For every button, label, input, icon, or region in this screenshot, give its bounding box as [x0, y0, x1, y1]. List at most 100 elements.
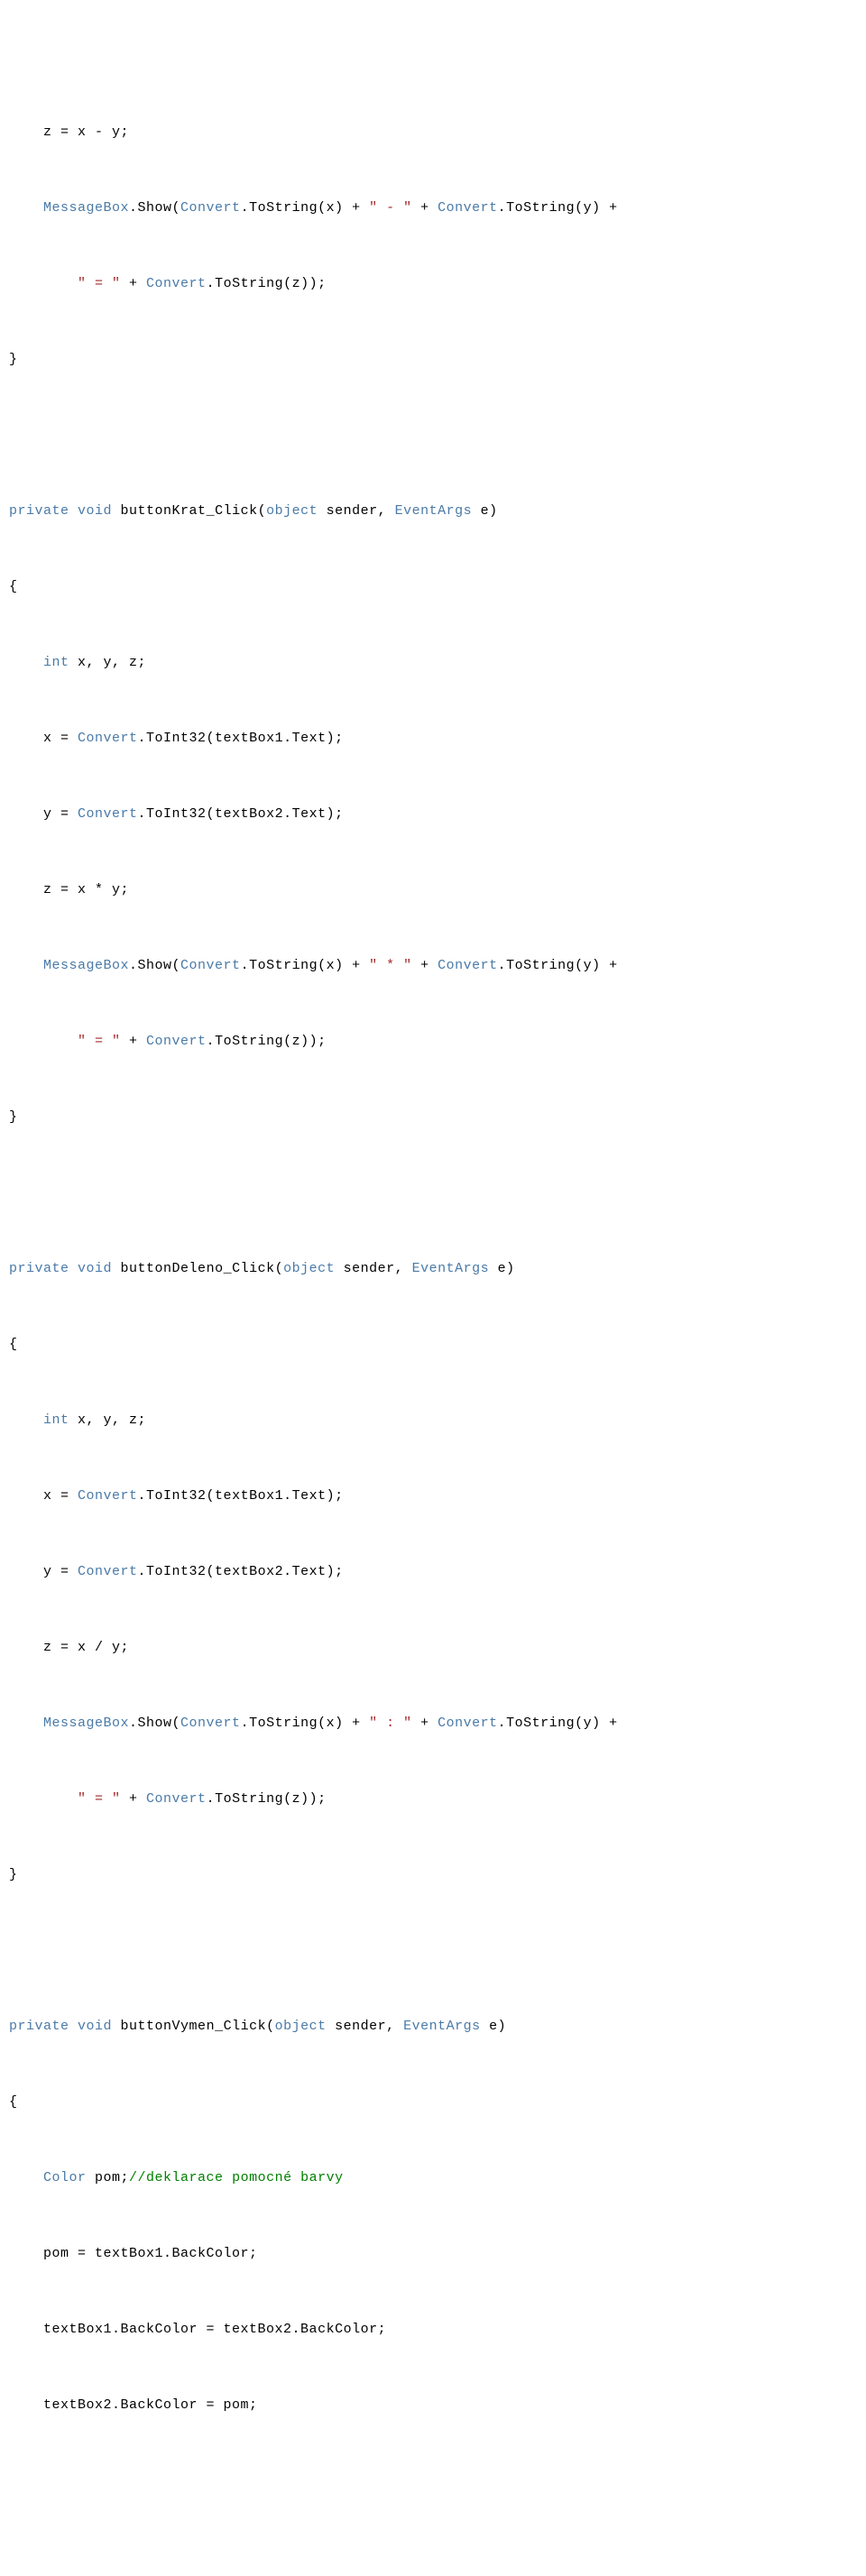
- code-token-ty: Convert: [146, 276, 207, 291]
- code-token: }: [9, 1867, 18, 1882]
- code-token: [69, 1261, 78, 1276]
- code-token: z = x / y;: [43, 1640, 129, 1655]
- code-token: +: [412, 1716, 438, 1731]
- code-token-ty: MessageBox: [43, 200, 129, 216]
- code-token: buttonVymen_Click(: [112, 2019, 275, 2034]
- code-token-kw: void: [78, 1261, 112, 1276]
- code-token-kw: int: [43, 655, 69, 670]
- code-token: textBox2.BackColor = pom;: [43, 2397, 258, 2413]
- code-token: +: [121, 1034, 147, 1049]
- code-token-str: " = ": [78, 276, 121, 291]
- code-token: [9, 1640, 43, 1655]
- code-token: {: [9, 579, 18, 594]
- code-token-str: " * ": [369, 958, 412, 973]
- code-token: x =: [43, 1488, 78, 1504]
- code-token: .ToString(y) +: [498, 200, 618, 216]
- code-token-ty: Convert: [438, 1716, 498, 1731]
- code-token: [9, 1716, 43, 1731]
- code-token: [9, 2322, 43, 2337]
- code-token: .ToString(x) +: [241, 1716, 370, 1731]
- code-token: z = x * y;: [43, 882, 129, 897]
- code-token: z = x - y;: [43, 124, 129, 140]
- code-token: .ToString(y) +: [498, 958, 618, 973]
- code-token: x, y, z;: [69, 655, 147, 670]
- code-token: [9, 2246, 43, 2261]
- code-token: }: [9, 1109, 18, 1125]
- code-token: [9, 200, 43, 216]
- code-token-ty: Convert: [180, 200, 241, 216]
- code-token: .Show(: [129, 958, 180, 973]
- code-token-ty: Convert: [78, 806, 138, 822]
- code-token: [9, 124, 43, 140]
- code-token: }: [9, 352, 18, 367]
- code-token: sender,: [335, 1261, 412, 1276]
- code-token: [9, 276, 78, 291]
- code-token-ty: Color: [43, 2170, 87, 2185]
- code-token: +: [121, 1791, 147, 1807]
- code-token: [69, 2019, 78, 2034]
- code-token: .Show(: [129, 1716, 180, 1731]
- code-token-ty: EventArgs: [403, 2019, 481, 2034]
- code-token: {: [9, 1337, 18, 1352]
- code-token: [9, 1412, 43, 1428]
- code-token: pom = textBox1.BackColor;: [43, 2246, 258, 2261]
- code-token: [9, 731, 43, 746]
- code-token: sender,: [318, 503, 395, 519]
- code-token: y =: [43, 806, 78, 822]
- code-token: x, y, z;: [69, 1412, 147, 1428]
- code-token-kw: object: [266, 503, 318, 519]
- code-token-ty: Convert: [78, 1488, 138, 1504]
- code-token: pom;: [87, 2170, 130, 2185]
- code-block: z = x - y; MessageBox.Show(Convert.ToStr…: [0, 114, 866, 2424]
- code-token-ty: Convert: [438, 958, 498, 973]
- code-token: [9, 958, 43, 973]
- code-token-kw: void: [78, 503, 112, 519]
- code-token: textBox1.BackColor = textBox2.BackColor;: [43, 2322, 386, 2337]
- code-token: .ToInt32(textBox2.Text);: [138, 806, 344, 822]
- code-token: .Show(: [129, 200, 180, 216]
- code-token: buttonDeleno_Click(: [112, 1261, 283, 1276]
- code-token: [9, 806, 43, 822]
- code-token: .ToString(z));: [207, 1791, 327, 1807]
- code-token: buttonKrat_Click(: [112, 503, 266, 519]
- code-token-ty: Convert: [438, 200, 498, 216]
- code-token: .ToString(y) +: [498, 1716, 618, 1731]
- code-token: .ToInt32(textBox1.Text);: [138, 1488, 344, 1504]
- code-token: [69, 503, 78, 519]
- code-token-ty: Convert: [146, 1791, 207, 1807]
- code-token: [9, 2170, 43, 2185]
- code-token: sender,: [327, 2019, 404, 2034]
- code-token: [9, 2397, 43, 2413]
- code-token: +: [121, 276, 147, 291]
- code-token-ty: MessageBox: [43, 1716, 129, 1731]
- code-token-kw: object: [283, 1261, 335, 1276]
- code-token: y =: [43, 1564, 78, 1579]
- code-token-ty: Convert: [78, 731, 138, 746]
- code-token-kw: private: [9, 2019, 69, 2034]
- code-token-ty: Convert: [146, 1034, 207, 1049]
- code-token: e): [489, 1261, 515, 1276]
- code-token: .ToInt32(textBox2.Text);: [138, 1564, 344, 1579]
- code-token: [9, 1034, 78, 1049]
- code-token: .ToString(x) +: [241, 958, 370, 973]
- code-token-str: " = ": [78, 1034, 121, 1049]
- code-token-ty: Convert: [180, 958, 241, 973]
- code-token: .ToString(z));: [207, 276, 327, 291]
- code-token-com: //deklarace pomocné barvy: [129, 2170, 344, 2185]
- code-token-ty: MessageBox: [43, 958, 129, 973]
- code-token: [9, 882, 43, 897]
- code-token: [9, 1564, 43, 1579]
- code-token-kw: void: [78, 2019, 112, 2034]
- code-token-kw: private: [9, 1261, 69, 1276]
- code-token-ty: EventArgs: [412, 1261, 490, 1276]
- code-token: [9, 1488, 43, 1504]
- code-token: .ToString(z));: [207, 1034, 327, 1049]
- code-token: x =: [43, 731, 78, 746]
- code-token: e): [472, 503, 498, 519]
- code-token: {: [9, 2094, 18, 2110]
- code-token-str: " = ": [78, 1791, 121, 1807]
- code-token: [9, 655, 43, 670]
- code-token: [9, 1791, 78, 1807]
- code-token-kw: private: [9, 503, 69, 519]
- code-token-str: " : ": [369, 1716, 412, 1731]
